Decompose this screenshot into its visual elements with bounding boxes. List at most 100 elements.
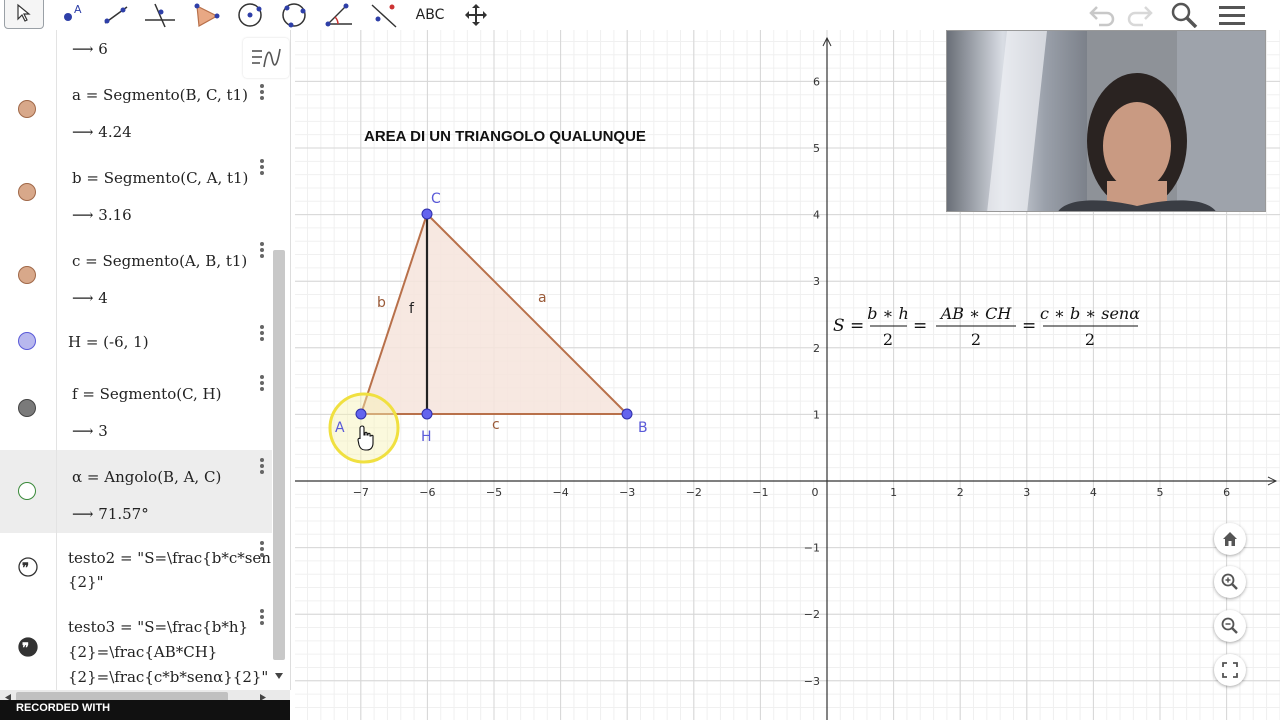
row-definition[interactable]: H = (-6, 1) [68, 333, 149, 351]
zoom-out-button[interactable] [1214, 610, 1246, 642]
polygon-tool[interactable] [186, 0, 226, 30]
more-options-icon[interactable] [260, 539, 264, 559]
algebra-row[interactable]: ⟶ 6 [0, 30, 272, 69]
more-options-icon[interactable] [260, 373, 264, 393]
row-definition[interactable]: c = Segmento(A, B, t1) [72, 252, 247, 270]
style-bar-toggle[interactable] [243, 38, 289, 78]
recorded-with-watermark: RECORDED WITH [0, 700, 290, 720]
row-definition[interactable]: b = Segmento(C, A, t1) [72, 169, 248, 187]
move-tool[interactable] [4, 0, 44, 29]
x-tick-label: −7 [353, 486, 369, 499]
point-icon: A [64, 3, 82, 21]
algebra-row-testo3[interactable]: ❞ testo3 = "S=\frac{b*h} {2}=\frac{AB*CH… [0, 601, 272, 690]
svg-text:❞: ❞ [22, 561, 29, 576]
y-tick-label: −2 [804, 608, 820, 621]
point-A[interactable] [355, 408, 367, 420]
redo-button[interactable] [1120, 0, 1160, 30]
move-graphics-tool[interactable] [456, 0, 496, 30]
visibility-toggle[interactable] [18, 100, 36, 118]
row-value: ⟶ 3 [72, 422, 108, 440]
row-definition[interactable]: α = Angolo(B, A, C) [72, 468, 221, 486]
reflect-icon [371, 4, 397, 28]
x-tick-label: 3 [1023, 486, 1030, 499]
y-tick-label: 4 [813, 209, 820, 222]
more-options-icon[interactable] [260, 323, 264, 343]
label-H: H [421, 429, 432, 445]
visibility-toggle[interactable] [18, 266, 36, 284]
circle-three-points-tool[interactable] [274, 0, 314, 30]
zoom-out-icon [1221, 617, 1238, 634]
algebra-row-f[interactable]: f = Segmento(C, H) ⟶ 3 [0, 367, 272, 451]
point-B[interactable] [621, 408, 633, 420]
circle-icon [238, 3, 262, 27]
algebra-row-b[interactable]: b = Segmento(C, A, t1) ⟶ 3.16 [0, 151, 272, 235]
perpendicular-tool[interactable] [140, 0, 180, 30]
point-H[interactable] [421, 408, 433, 420]
row-value: ⟶ 71.57° [72, 505, 149, 523]
circle-tool[interactable] [230, 0, 270, 30]
reflect-tool[interactable] [364, 0, 404, 30]
visibility-toggle[interactable] [18, 399, 36, 417]
y-tick-label: 5 [813, 142, 820, 155]
algebra-style-icon [252, 48, 281, 68]
x-tick-label: 4 [1090, 486, 1097, 499]
zoom-in-icon [1221, 573, 1238, 590]
row-definition[interactable]: a = Segmento(B, C, t1) [72, 86, 248, 104]
algebra-row-c[interactable]: c = Segmento(A, B, t1) ⟶ 4 [0, 234, 272, 318]
angle-tool[interactable] [320, 0, 360, 30]
move-arrows-icon [465, 4, 487, 26]
more-options-icon[interactable] [260, 607, 264, 627]
row-value: ⟶ 3.16 [72, 206, 132, 224]
row-definition-line1[interactable]: testo3 = "S=\frac{b*h} [68, 615, 248, 639]
text-tool[interactable]: ABC [410, 0, 450, 30]
more-options-icon[interactable] [260, 240, 264, 260]
svg-text:A: A [74, 3, 82, 16]
label-b: b [377, 295, 386, 311]
scroll-down-icon[interactable] [274, 672, 284, 680]
y-tick-label: 6 [813, 75, 820, 88]
more-options-icon[interactable] [260, 456, 264, 476]
formula-eq-2: = [1022, 316, 1036, 336]
x-tick-label: −5 [486, 486, 502, 499]
visibility-toggle[interactable] [18, 482, 36, 500]
menu-button[interactable] [1212, 0, 1252, 30]
more-options-icon[interactable] [260, 157, 264, 177]
x-tick-label: −2 [686, 486, 702, 499]
search-button[interactable] [1164, 0, 1204, 30]
home-button[interactable] [1214, 523, 1246, 555]
visibility-toggle[interactable] [18, 332, 36, 350]
algebra-row-a[interactable]: a = Segmento(B, C, t1) ⟶ 4.24 [0, 68, 272, 152]
more-options-icon[interactable] [260, 82, 264, 102]
y-tick-label: −3 [804, 675, 820, 688]
point-C[interactable] [421, 208, 433, 220]
zoom-in-button[interactable] [1214, 566, 1246, 598]
toolbar: A ABC [0, 0, 1280, 30]
visibility-toggle[interactable] [18, 183, 36, 201]
algebra-row-H[interactable]: H = (-6, 1) [0, 317, 272, 368]
svg-text:❞: ❞ [22, 641, 29, 656]
row-value: ⟶ 4 [72, 289, 108, 307]
row-definition-line1[interactable]: testo2 = "S=\frac{b*c*sen [68, 546, 271, 570]
fullscreen-button[interactable] [1214, 654, 1246, 686]
text-object-icon[interactable]: ❞ [18, 557, 38, 577]
line-tool[interactable] [96, 0, 136, 30]
formula-S: S = [833, 316, 864, 336]
row-value: ⟶ 6 [72, 40, 108, 58]
algebra-row-testo2[interactable]: ❞ testo2 = "S=\frac{b*c*sen {2}" [0, 533, 272, 602]
formula-num-3: c ∗ b ∗ senα [1040, 304, 1140, 323]
label-C: C [431, 191, 441, 207]
algebra-scrollbar[interactable] [273, 250, 285, 660]
row-definition-line2: {2}=\frac{AB*CH} [68, 643, 218, 661]
y-tick-label: −1 [804, 542, 820, 555]
algebra-row-alpha[interactable]: α = Angolo(B, A, C) ⟶ 71.57° [0, 450, 272, 534]
row-definition[interactable]: f = Segmento(C, H) [72, 385, 222, 403]
undo-button[interactable] [1082, 0, 1122, 30]
redo-icon [1127, 6, 1153, 27]
x-tick-label: −1 [752, 486, 768, 499]
formula-den-3: 2 [1085, 330, 1095, 349]
text-object-icon[interactable]: ❞ [18, 637, 38, 657]
x-tick-label: 1 [890, 486, 897, 499]
label-B: B [638, 420, 648, 436]
label-c: c [492, 417, 500, 433]
point-tool[interactable]: A [50, 0, 90, 30]
